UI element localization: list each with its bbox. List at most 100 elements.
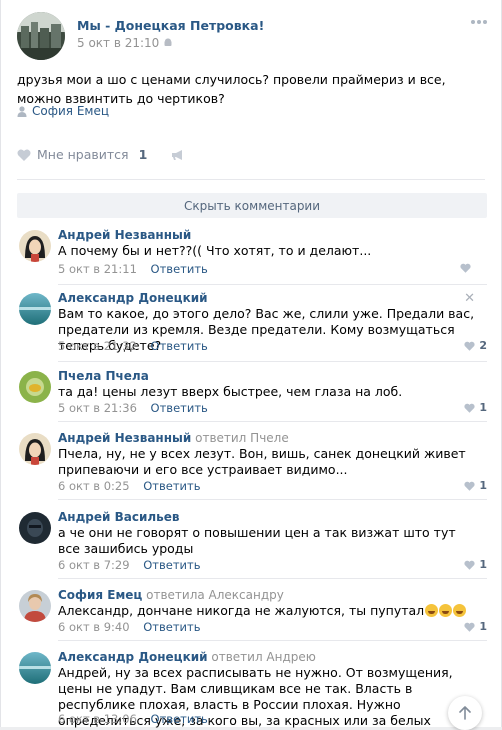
close-icon[interactable]: ✕ xyxy=(464,291,475,306)
comment-author[interactable]: Андрей Васильев xyxy=(58,510,179,524)
reply-link[interactable]: Ответить xyxy=(143,558,200,572)
post-date-text[interactable]: 5 окт в 21:10 xyxy=(77,36,159,50)
comment-date[interactable]: 6 окт в 9:40 xyxy=(58,620,130,634)
laughing-emoji-icon xyxy=(425,604,439,617)
comment-author[interactable]: Александр Донецкий xyxy=(58,291,208,305)
comment-meta: 5 окт в 21:32 Ответить xyxy=(58,339,208,353)
comment-author[interactable]: Пчела Пчела xyxy=(58,369,149,383)
comment-like[interactable] xyxy=(460,263,475,273)
reply-link[interactable]: Ответить xyxy=(151,262,208,276)
comment-meta: 6 окт в 0:25 Ответить xyxy=(58,479,201,493)
comment-reply-to[interactable]: ответил Пчеле xyxy=(195,431,289,445)
comment-author[interactable]: София Емец xyxy=(58,588,142,602)
comment-like-count: 1 xyxy=(479,620,487,633)
comment-author[interactable]: Андрей Незванный xyxy=(58,228,191,242)
comment-meta: 6 окт в 13:06 Ответить xyxy=(58,712,208,726)
comment-author[interactable]: Александр Донецкий xyxy=(58,650,208,664)
heart-icon xyxy=(464,403,475,413)
group-avatar[interactable] xyxy=(17,12,65,60)
like-count[interactable]: 1 xyxy=(139,147,148,162)
divider xyxy=(17,179,485,180)
comment-date[interactable]: 6 окт в 0:25 xyxy=(58,479,130,493)
comment-avatar[interactable] xyxy=(19,371,51,403)
comment-avatar[interactable] xyxy=(19,293,51,325)
reply-link[interactable]: Ответить xyxy=(143,479,200,493)
heart-icon xyxy=(464,481,475,491)
avatar-image xyxy=(19,230,51,262)
comment-author-line: Александр Донецкий ответил Андрею xyxy=(58,650,316,664)
comment-text: Александр, дончане никогда не жалуются, … xyxy=(58,603,478,619)
comment-text-content: Александр, дончане никогда не жалуются, … xyxy=(58,603,425,618)
comment-author-line: Андрей Васильев xyxy=(58,510,179,524)
comment-author-line: Андрей Незванный xyxy=(58,228,191,242)
megaphone-icon[interactable] xyxy=(171,149,184,161)
comment-avatar[interactable] xyxy=(19,230,51,262)
scroll-to-top-button[interactable] xyxy=(448,696,482,730)
comment-author[interactable]: Андрей Незванный xyxy=(58,431,191,445)
comment-meta: 5 окт в 21:11 Ответить xyxy=(58,262,208,276)
heart-icon xyxy=(460,263,471,273)
comment-like-count: 1 xyxy=(479,558,487,571)
comment-date[interactable]: 5 окт в 21:36 xyxy=(58,401,137,415)
heart-icon xyxy=(464,560,475,570)
avatar-image xyxy=(19,433,51,465)
comment-text: Пчела, ну, не у всех лезут. Вон, вишь, с… xyxy=(58,446,466,477)
comment-like[interactable]: 2 xyxy=(464,339,487,352)
more-options-icon[interactable] xyxy=(471,20,487,26)
avatar-image xyxy=(19,293,51,325)
comment-date[interactable]: 6 окт в 13:06 xyxy=(58,712,137,726)
comment-like[interactable]: 1 xyxy=(464,620,487,633)
arrow-up-icon xyxy=(459,706,471,720)
avatar-image xyxy=(19,371,51,403)
comment-meta: 6 окт в 9:40 Ответить xyxy=(58,620,201,634)
laughing-emoji-icon xyxy=(439,604,453,617)
comment-author-line: Андрей Незванный ответил Пчеле xyxy=(58,431,289,445)
avatar-image xyxy=(19,512,51,544)
post-author-name[interactable]: София Емец xyxy=(32,104,109,118)
laughing-emoji-icon xyxy=(453,604,467,617)
reply-link[interactable]: Ответить xyxy=(151,339,208,353)
comment-like-count: 1 xyxy=(479,479,487,492)
comment-date[interactable]: 5 окт в 21:11 xyxy=(58,262,137,276)
heart-icon xyxy=(464,622,475,632)
comment-reply-to[interactable]: ответил Андрею xyxy=(211,650,316,664)
reply-link[interactable]: Ответить xyxy=(151,401,208,415)
comment-author-line: София Емец ответила Александру xyxy=(58,588,284,602)
group-avatar-image xyxy=(17,12,65,60)
comment-like-count: 1 xyxy=(479,401,487,414)
comment-date[interactable]: 6 окт в 7:29 xyxy=(58,558,130,572)
heart-icon xyxy=(464,341,475,351)
comment-avatar[interactable] xyxy=(19,433,51,465)
avatar-image xyxy=(19,652,51,684)
comment-separator xyxy=(58,499,487,500)
post-header: Мы - Донецкая Петровка! 5 окт в 21:10 xyxy=(17,12,487,62)
comment-text: а че они не говорят о повышении цен а та… xyxy=(58,525,456,556)
reply-link[interactable]: Ответить xyxy=(143,620,200,634)
post-actions: Мне нравится 1 xyxy=(17,147,184,162)
comment-like[interactable]: 1 xyxy=(464,558,487,571)
comment-date[interactable]: 5 окт в 21:32 xyxy=(58,339,137,353)
post-author[interactable]: София Емец xyxy=(17,104,109,118)
comment-separator xyxy=(58,361,487,362)
android-icon xyxy=(164,38,172,46)
comment-separator xyxy=(58,421,487,422)
comment-avatar[interactable] xyxy=(19,652,51,684)
heart-icon[interactable] xyxy=(17,149,31,161)
reply-link[interactable]: Ответить xyxy=(151,712,208,726)
comment-avatar[interactable] xyxy=(19,512,51,544)
avatar-image xyxy=(19,590,51,622)
comment-text: та да! цены лезут вверх быстрее, чем гла… xyxy=(58,384,403,399)
comment-like[interactable]: 1 xyxy=(464,479,487,492)
comment-reply-to[interactable]: ответила Александру xyxy=(146,588,284,602)
like-label[interactable]: Мне нравится xyxy=(37,147,129,162)
comment-avatar[interactable] xyxy=(19,590,51,622)
comment-meta: 5 окт в 21:36 Ответить xyxy=(58,401,208,415)
comment-like[interactable]: 1 xyxy=(464,401,487,414)
comment-meta: 6 окт в 7:29 Ответить xyxy=(58,558,201,572)
comment-author-line: Александр Донецкий xyxy=(58,291,208,305)
comment-author-line: Пчела Пчела xyxy=(58,369,149,383)
group-name[interactable]: Мы - Донецкая Петровка! xyxy=(77,18,264,33)
post-date[interactable]: 5 окт в 21:10 xyxy=(77,36,173,50)
hide-comments-button[interactable]: Скрыть комментарии xyxy=(17,193,487,218)
comment-like-count: 2 xyxy=(479,339,487,352)
